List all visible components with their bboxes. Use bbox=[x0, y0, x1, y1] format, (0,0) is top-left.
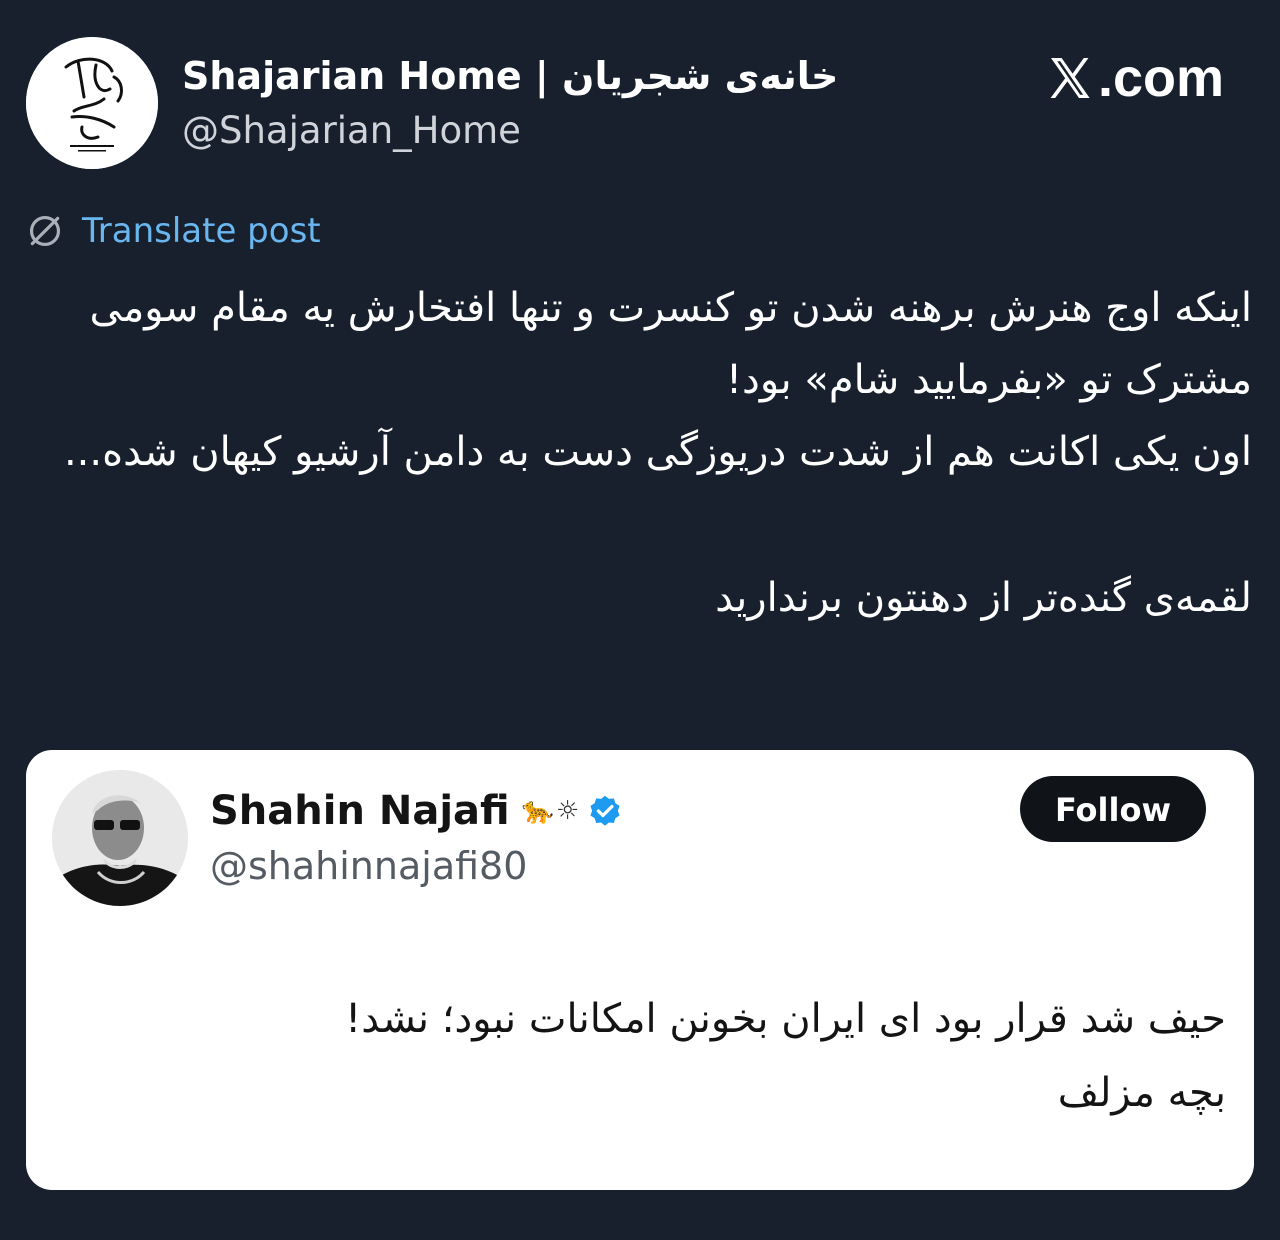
quoted-line-1: حیف شد قرار بود ای ایران بخونن امکانات ن… bbox=[345, 996, 1226, 1042]
globe-icon bbox=[29, 215, 61, 247]
verified-badge-icon bbox=[590, 795, 620, 826]
quoted-handle[interactable]: @shahinnajafi80 bbox=[210, 842, 527, 890]
post-paragraph-3: لقمه‌ی گنده‌تر از دهنتون برندارید bbox=[715, 575, 1252, 621]
quoted-avatar-photo bbox=[52, 770, 188, 906]
quoted-avatar[interactable] bbox=[52, 770, 188, 906]
x-logo-icon bbox=[1050, 58, 1090, 98]
quoted-post-card[interactable]: Shahin Najafi 🐆☼ @shahinnajafi80 Follow … bbox=[26, 750, 1254, 1190]
post-paragraph-2: اون یکی اکانت هم از شدت دریوزگی دست به د… bbox=[63, 429, 1252, 475]
shajarian-home-logo-icon bbox=[26, 37, 158, 169]
post-paragraph-1: اینکه اوج هنرش برهنه شدن تو کنسرت و تنها… bbox=[89, 285, 1253, 403]
follow-button[interactable]: Follow bbox=[1020, 776, 1206, 842]
quoted-display-name[interactable]: Shahin Najafi 🐆☼ bbox=[210, 786, 623, 836]
post-header: Shajarian Home | خانه‌ی شجریان @Shajaria… bbox=[0, 0, 1280, 200]
name-emojis: 🐆☼ bbox=[521, 796, 582, 826]
quoted-text: حیف شد قرار بود ای ایران بخونن امکانات ن… bbox=[146, 982, 1226, 1130]
x-com-watermark: .com bbox=[1046, 48, 1224, 108]
site-label: .com bbox=[1097, 48, 1224, 108]
quoted-name-text[interactable]: Shahin Najafi bbox=[210, 786, 510, 836]
translate-label[interactable]: Translate post bbox=[82, 211, 321, 251]
quoted-line-2: بچه مزلف bbox=[1057, 1070, 1226, 1116]
post-text: اینکه اوج هنرش برهنه شدن تو کنسرت و تنها… bbox=[40, 272, 1252, 634]
profile-avatar[interactable] bbox=[26, 37, 158, 169]
display-name[interactable]: Shajarian Home | خانه‌ی شجریان bbox=[182, 52, 838, 100]
user-handle[interactable]: @Shajarian_Home bbox=[182, 108, 521, 154]
translate-post-link[interactable]: Translate post bbox=[26, 208, 321, 254]
